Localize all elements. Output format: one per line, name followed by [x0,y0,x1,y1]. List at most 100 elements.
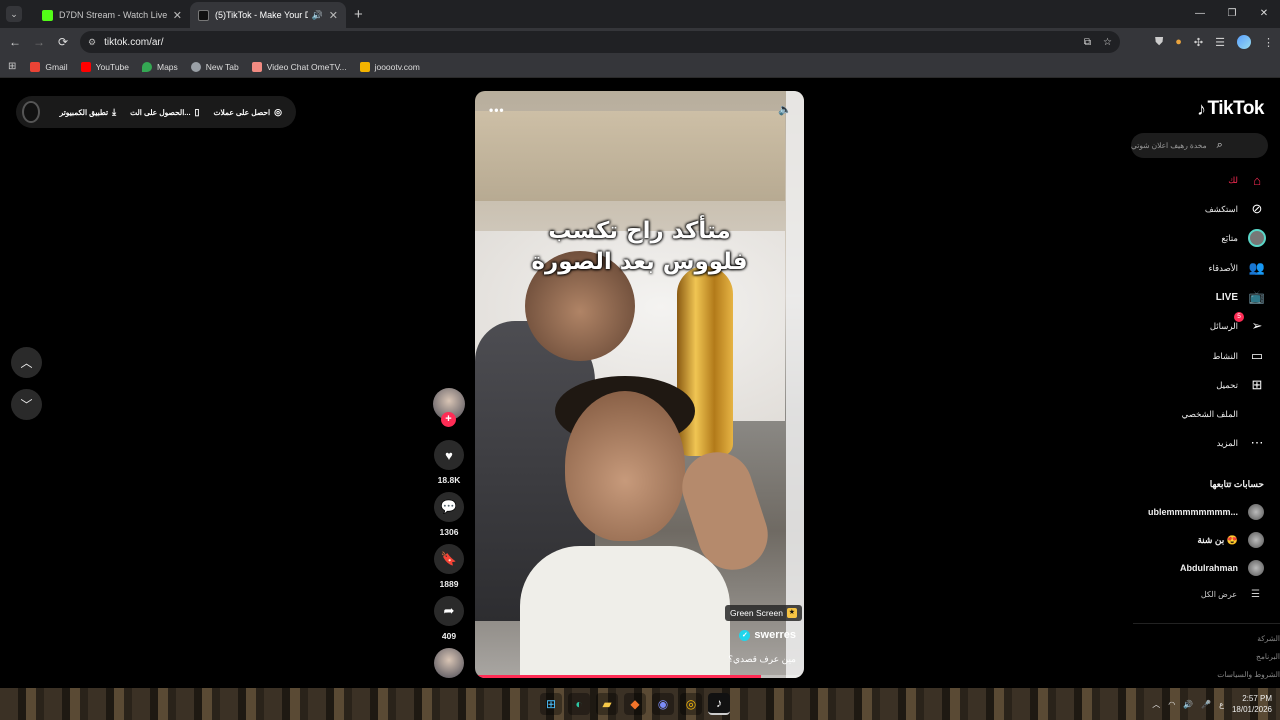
video-caption-line1: متأكد راح تكسب [548,218,731,244]
more-icon: ⋯ [1250,435,1264,450]
get-app-link[interactable]: الحصول على الت... ▯ [130,107,199,118]
avatar [1248,560,1264,576]
restore-icon[interactable]: ❐ [1216,0,1248,28]
footer-link-company[interactable]: الشركة [1257,634,1280,643]
profile-avatar[interactable] [1237,35,1251,49]
speaker-icon[interactable]: 🔊 [312,10,323,21]
comment-button[interactable]: 💬 1306 [432,492,466,537]
see-all-link[interactable]: عرض الكل ☰ [1201,589,1260,600]
shield-extension-icon[interactable]: ⛊ [1155,36,1163,49]
bookmark-star-icon[interactable]: ☆ [1103,37,1112,48]
window-close-icon[interactable]: ✕ [1248,0,1280,28]
footer-link-program[interactable]: البرنامج [1256,652,1280,661]
sidebar-item-profile[interactable]: الملف الشخصي [1116,403,1266,425]
next-video-button[interactable]: ﹀ [11,389,42,420]
get-coins-link[interactable]: احصل على عملات ◎ [214,107,283,118]
forward-icon[interactable]: → [27,35,51,49]
reading-list-icon[interactable]: ☰ [1215,36,1225,49]
bookmark-newtab[interactable]: New Tab [190,61,239,72]
search-input[interactable]: ⌕ مخدة رهيف اعلان شوتي [1131,133,1268,158]
reload-icon[interactable]: ⟳ [51,35,75,49]
green-screen-badge[interactable]: Green Screen ★ [725,605,802,621]
follow-plus-icon[interactable]: + [441,412,456,427]
sidebar-item-for-you[interactable]: لك ⌂ [1116,169,1266,191]
activity-icon: ▭ [1250,348,1264,363]
site-info-icon[interactable]: ⚙ [88,37,96,48]
office-icon[interactable]: ◆ [624,693,646,715]
menu-dots-icon[interactable]: ⋮ [1263,36,1274,49]
more-options-icon[interactable]: ••• [489,103,505,117]
sidebar-item-friends[interactable]: الأصدقاء 👥 [1116,257,1266,279]
clock[interactable]: 2:57 PM 18/01/2026 [1232,693,1272,715]
extension-icon[interactable]: ● [1175,36,1182,48]
sidebar-item-more[interactable]: المزيد ⋯ [1116,432,1266,454]
tiktok-taskbar-icon[interactable]: ♪ [708,693,730,715]
tray-chevron-icon[interactable]: ︿ [1152,699,1160,710]
install-app-icon[interactable]: ⧉ [1084,37,1091,48]
live-icon: 📺 [1248,289,1266,304]
tab-search-button[interactable]: ⌄ [6,6,22,22]
clock-date: 18/01/2026 [1231,705,1272,714]
mic-icon[interactable]: 🎤 [1201,700,1211,709]
footer-link-terms[interactable]: الشروط والسياسات [1217,670,1280,679]
sidebar-item-following[interactable]: متابَع [1116,227,1266,249]
sidebar-item-live[interactable]: LIVE 📺 [1116,286,1266,308]
chrome-icon[interactable]: ◎ [680,693,702,715]
tab-tiktok[interactable]: (5)TikTok - Make Your Day 🔊 ✕ [190,2,346,28]
video-progress-bar[interactable] [475,675,804,678]
edge-icon[interactable]: ◐ [568,693,590,715]
back-icon[interactable]: ← [3,35,27,49]
see-all-label: عرض الكل [1200,590,1238,599]
sidebar-item-upload[interactable]: تحميل ⊞ [1116,374,1266,396]
new-tab-button[interactable]: + [354,6,363,23]
verified-icon: ✓ [739,629,751,641]
volume-icon[interactable]: 🔈 [778,103,792,116]
sidebar-item-activity[interactable]: النشاط ▭ [1116,345,1266,367]
compass-icon: ⊘ [1251,201,1263,216]
bookmark-ometv[interactable]: Video Chat OmeTV... [251,61,347,72]
sidebar-item-messages[interactable]: الرسائل ➢ 5 [1116,312,1266,337]
top-promo-bar: تطبيق الكمبيوتر ⤓ الحصول على الت... ▯ احصل… [16,96,296,128]
windows-start-icon[interactable]: ⊞ [540,693,562,715]
creator-avatar-button[interactable]: + [432,388,466,427]
windows-taskbar: ⊞ ◐ ▰ ◆ ◉ ◎ ♪ ︿ ◠ 🔊 🎤 ع 2:57 PM 18/01/20… [0,688,1280,720]
desktop-app-link[interactable]: تطبيق الكمبيوتر ⤓ [60,107,117,118]
sound-disc-button[interactable] [432,648,466,678]
discord-icon[interactable]: ◉ [652,693,674,715]
like-button[interactable]: ♥ 18.8K [432,440,466,485]
bookmark-jooootv[interactable]: jooootv.com [359,61,420,72]
language-indicator[interactable]: ع [1219,700,1224,709]
search-icon[interactable]: ⌕ [1217,139,1223,152]
bookmark-gmail[interactable]: Gmail [30,61,68,72]
video-player[interactable]: ••• 🔈 متأكد راح تكسب فلووس بعد الصورة Gr… [475,91,804,678]
file-explorer-icon[interactable]: ▰ [596,693,618,715]
close-icon[interactable]: ✕ [329,9,338,22]
followed-account[interactable]: Abdulrahman [1180,558,1264,578]
tab-d7dn[interactable]: D7DN Stream - Watch Live on Y ✕ [34,2,190,28]
nav-label: LIVE [1215,291,1238,303]
bookmark-button[interactable]: 🔖 1889 [432,544,466,589]
video-edge [786,91,804,678]
nav-label: الأصدقاء [1208,262,1238,273]
puzzle-icon[interactable]: ✣ [1194,36,1203,49]
bookmark-label: Maps [157,61,178,72]
close-icon[interactable]: ✕ [173,9,182,22]
bookmark-youtube[interactable]: YouTube [80,61,129,72]
followed-account[interactable]: ublemmmmmmmm... [1148,502,1264,522]
followed-account[interactable]: بن شنة 😍 [1197,530,1264,550]
volume-tray-icon[interactable]: 🔊 [1183,700,1193,709]
bookmark-maps[interactable]: Maps [142,61,178,72]
minimize-icon[interactable]: — [1184,0,1216,28]
address-bar[interactable]: ⚙ tiktok.com/ar/ ⧉ ☆ [80,31,1120,53]
system-tray: ︿ ◠ 🔊 🎤 ع 2:57 PM 18/01/2026 [1152,688,1272,720]
share-button[interactable]: ➦ 409 [432,596,466,641]
video-author[interactable]: ✓ swerres [739,629,796,641]
sidebar-item-explore[interactable]: استكشف ⊘ [1116,198,1266,220]
bookmark-icon: 🔖 [434,544,464,574]
wifi-icon[interactable]: ◠ [1168,700,1175,709]
previous-video-button[interactable]: ︿ [11,347,42,378]
apps-grid-icon[interactable]: ⊞ [8,61,16,72]
tiktok-logo[interactable]: ♪ TikTok [1197,98,1264,120]
messages-badge: 5 [1234,312,1244,322]
nav-label: استكشف [1204,203,1238,214]
